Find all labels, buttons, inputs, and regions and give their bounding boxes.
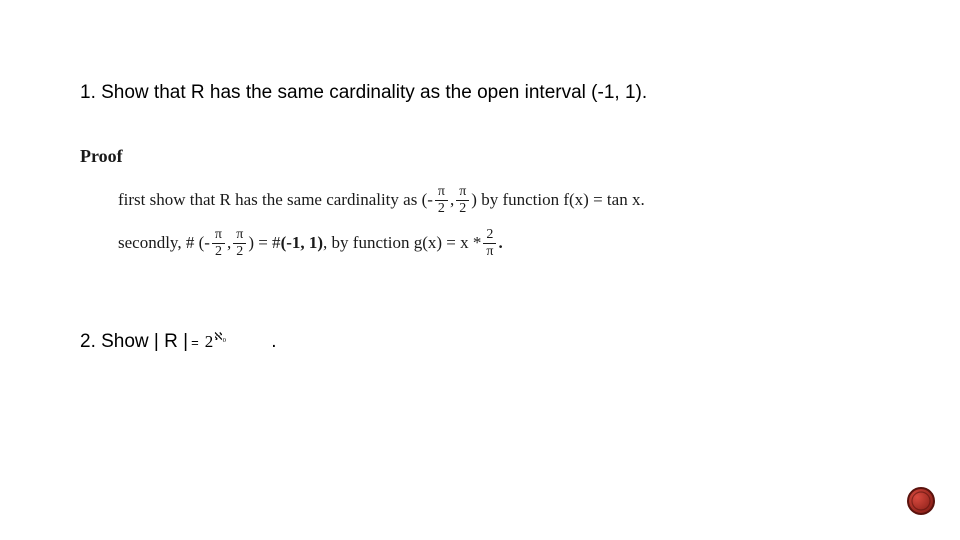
text: secondly, # (- <box>118 232 210 254</box>
fraction-pi-over-2: π 2 <box>456 185 469 216</box>
fraction-pi-over-2: π 2 <box>233 228 246 259</box>
denominator: 2 <box>212 243 225 259</box>
q2-exponent-aleph0: ℵ₀ <box>214 331 226 343</box>
text: ) = # <box>248 232 280 254</box>
denominator: 2 <box>233 243 246 259</box>
text: , <box>227 232 231 254</box>
fraction-pi-over-2: π 2 <box>435 185 448 216</box>
text: , by function g(x) = x * <box>323 232 481 254</box>
question-2: 2. Show | R | = 2ℵ₀ . <box>80 331 880 353</box>
text: ) by function f(x) = tan x. <box>471 189 644 211</box>
denominator: π <box>483 243 496 259</box>
decorative-circle-icon <box>906 486 936 516</box>
q2-prefix: 2. Show | R | <box>80 331 188 353</box>
numerator: π <box>456 185 469 200</box>
proof-label: Proof <box>80 146 880 167</box>
text: . <box>498 232 502 254</box>
numerator: π <box>435 185 448 200</box>
bold-interval: (-1, 1) <box>281 232 323 254</box>
numerator: π <box>212 228 225 243</box>
q2-equals: = <box>191 335 199 350</box>
proof-line-2: secondly, # (- π 2 , π 2 ) = # (-1, 1) ,… <box>118 228 880 259</box>
proof-line-1: first show that R has the same cardinali… <box>118 185 880 216</box>
numerator: π <box>233 228 246 243</box>
q2-base: 2 <box>205 332 214 351</box>
fraction-2-over-pi: 2 π <box>483 228 496 259</box>
fraction-pi-over-2: π 2 <box>212 228 225 259</box>
text: first show that R has the same cardinali… <box>118 189 433 211</box>
question-1: 1. Show that R has the same cardinality … <box>80 82 880 104</box>
text: , <box>450 189 454 211</box>
q2-power: 2ℵ₀ <box>205 332 226 352</box>
denominator: 2 <box>456 200 469 216</box>
denominator: 2 <box>435 200 448 216</box>
q2-period: . <box>271 331 276 353</box>
numerator: 2 <box>483 228 496 243</box>
